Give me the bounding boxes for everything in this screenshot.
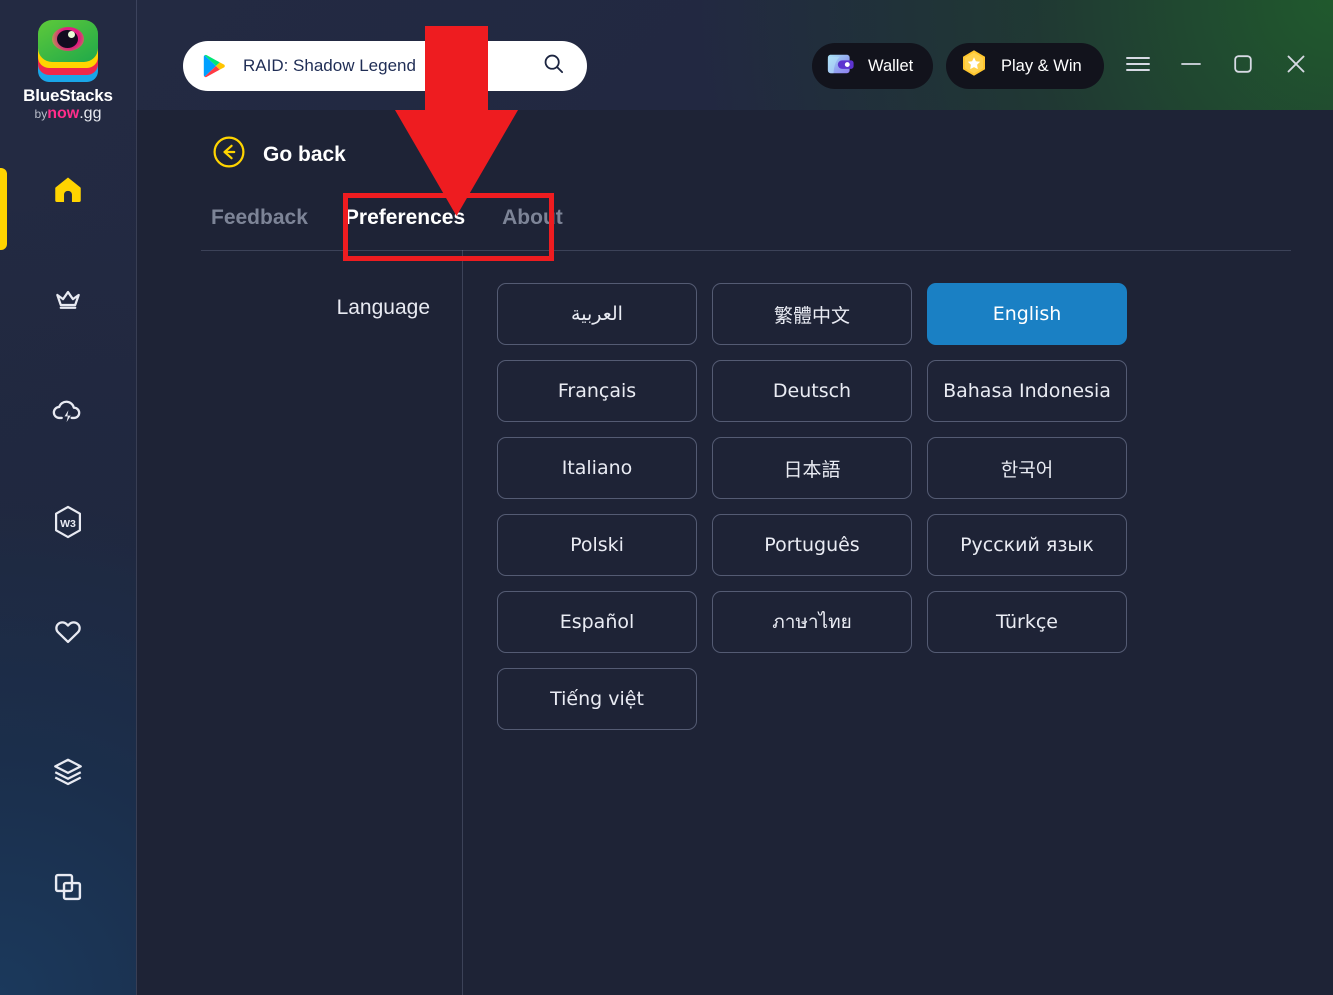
language-grid: العربية 繁體中文 English Français Deutsch Ba… <box>497 283 1137 730</box>
play-and-win-label: Play & Win <box>1001 56 1082 75</box>
logo-by-text: by <box>34 106 48 121</box>
language-option[interactable]: العربية <box>497 283 697 345</box>
settings-tabs: Feedback Preferences About <box>211 206 563 246</box>
wallet-icon <box>824 50 857 83</box>
language-option[interactable]: ภาษาไทย <box>712 591 912 653</box>
google-play-icon <box>203 54 225 78</box>
hamburger-menu-button[interactable] <box>1118 46 1158 86</box>
star-hexagon-icon <box>958 48 990 85</box>
search-icon[interactable] <box>542 52 565 80</box>
heart-icon <box>51 615 85 652</box>
hamburger-menu-icon <box>1125 54 1151 79</box>
play-and-win-button[interactable]: Play & Win <box>946 43 1104 89</box>
close-button[interactable] <box>1276 46 1316 86</box>
w3-hexagon-icon: W3 <box>51 504 85 545</box>
svg-text:W3: W3 <box>60 517 76 529</box>
language-option[interactable]: 日本語 <box>712 437 912 499</box>
logo-now-text: now <box>47 104 80 122</box>
maximize-icon <box>1232 53 1254 80</box>
bluestacks-logo-icon <box>32 18 104 84</box>
language-option[interactable]: Italiano <box>497 437 697 499</box>
wallet-button[interactable]: Wallet <box>812 43 934 89</box>
close-icon <box>1284 52 1308 81</box>
crown-icon <box>51 285 85 322</box>
sidebar-item-web3[interactable]: W3 <box>0 496 136 552</box>
go-back-label: Go back <box>263 142 346 166</box>
minimize-icon <box>1179 57 1203 75</box>
language-option[interactable]: 한국어 <box>927 437 1127 499</box>
language-option[interactable]: Tiếng việt <box>497 668 697 730</box>
arrow-left-circle-icon <box>211 134 247 175</box>
logo-wordmark: BlueStacks <box>23 86 113 105</box>
sidebar-item-favorites[interactable] <box>0 605 136 661</box>
copy-windows-icon <box>51 870 85 909</box>
language-option[interactable]: Português <box>712 514 912 576</box>
minimize-button[interactable] <box>1171 46 1211 86</box>
sidebar-item-home[interactable] <box>0 164 136 220</box>
maximize-button[interactable] <box>1223 46 1263 86</box>
search-bar[interactable]: RAID: Shadow Legend <box>183 41 587 91</box>
language-option[interactable]: Deutsch <box>712 360 912 422</box>
search-input[interactable]: RAID: Shadow Legend <box>243 56 542 76</box>
language-option-selected[interactable]: English <box>927 283 1127 345</box>
app-window: BlueStacks bynow.gg W3 RAID: Shadow Lege… <box>0 0 1333 995</box>
language-option[interactable]: 繁體中文 <box>712 283 912 345</box>
column-divider <box>462 250 463 995</box>
sidebar: BlueStacks bynow.gg W3 <box>0 0 136 995</box>
go-back-button[interactable]: Go back <box>211 134 346 175</box>
tab-about[interactable]: About <box>502 206 563 246</box>
tab-preferences[interactable]: Preferences <box>345 206 465 246</box>
logo-gg-text: .gg <box>79 104 102 122</box>
language-option[interactable]: Русский язык <box>927 514 1127 576</box>
language-option[interactable]: Español <box>497 591 697 653</box>
sidebar-item-multi-instance[interactable] <box>0 861 136 917</box>
bluestacks-logo[interactable]: BlueStacks bynow.gg <box>0 18 136 122</box>
sidebar-item-cloud[interactable] <box>0 385 136 441</box>
tab-feedback[interactable]: Feedback <box>211 206 308 246</box>
tabs-divider <box>201 250 1291 251</box>
language-option[interactable]: Polski <box>497 514 697 576</box>
logo-byline: bynow.gg <box>35 105 102 123</box>
sidebar-item-premium[interactable] <box>0 275 136 331</box>
layers-icon <box>50 755 86 794</box>
language-option[interactable]: Bahasa Indonesia <box>927 360 1127 422</box>
cloud-bolt-icon <box>50 395 86 432</box>
sidebar-item-library[interactable] <box>0 746 136 802</box>
home-icon <box>50 173 86 212</box>
language-option[interactable]: Français <box>497 360 697 422</box>
wallet-label: Wallet <box>868 56 914 75</box>
language-section-label: Language <box>336 296 430 319</box>
language-option[interactable]: Türkçe <box>927 591 1127 653</box>
